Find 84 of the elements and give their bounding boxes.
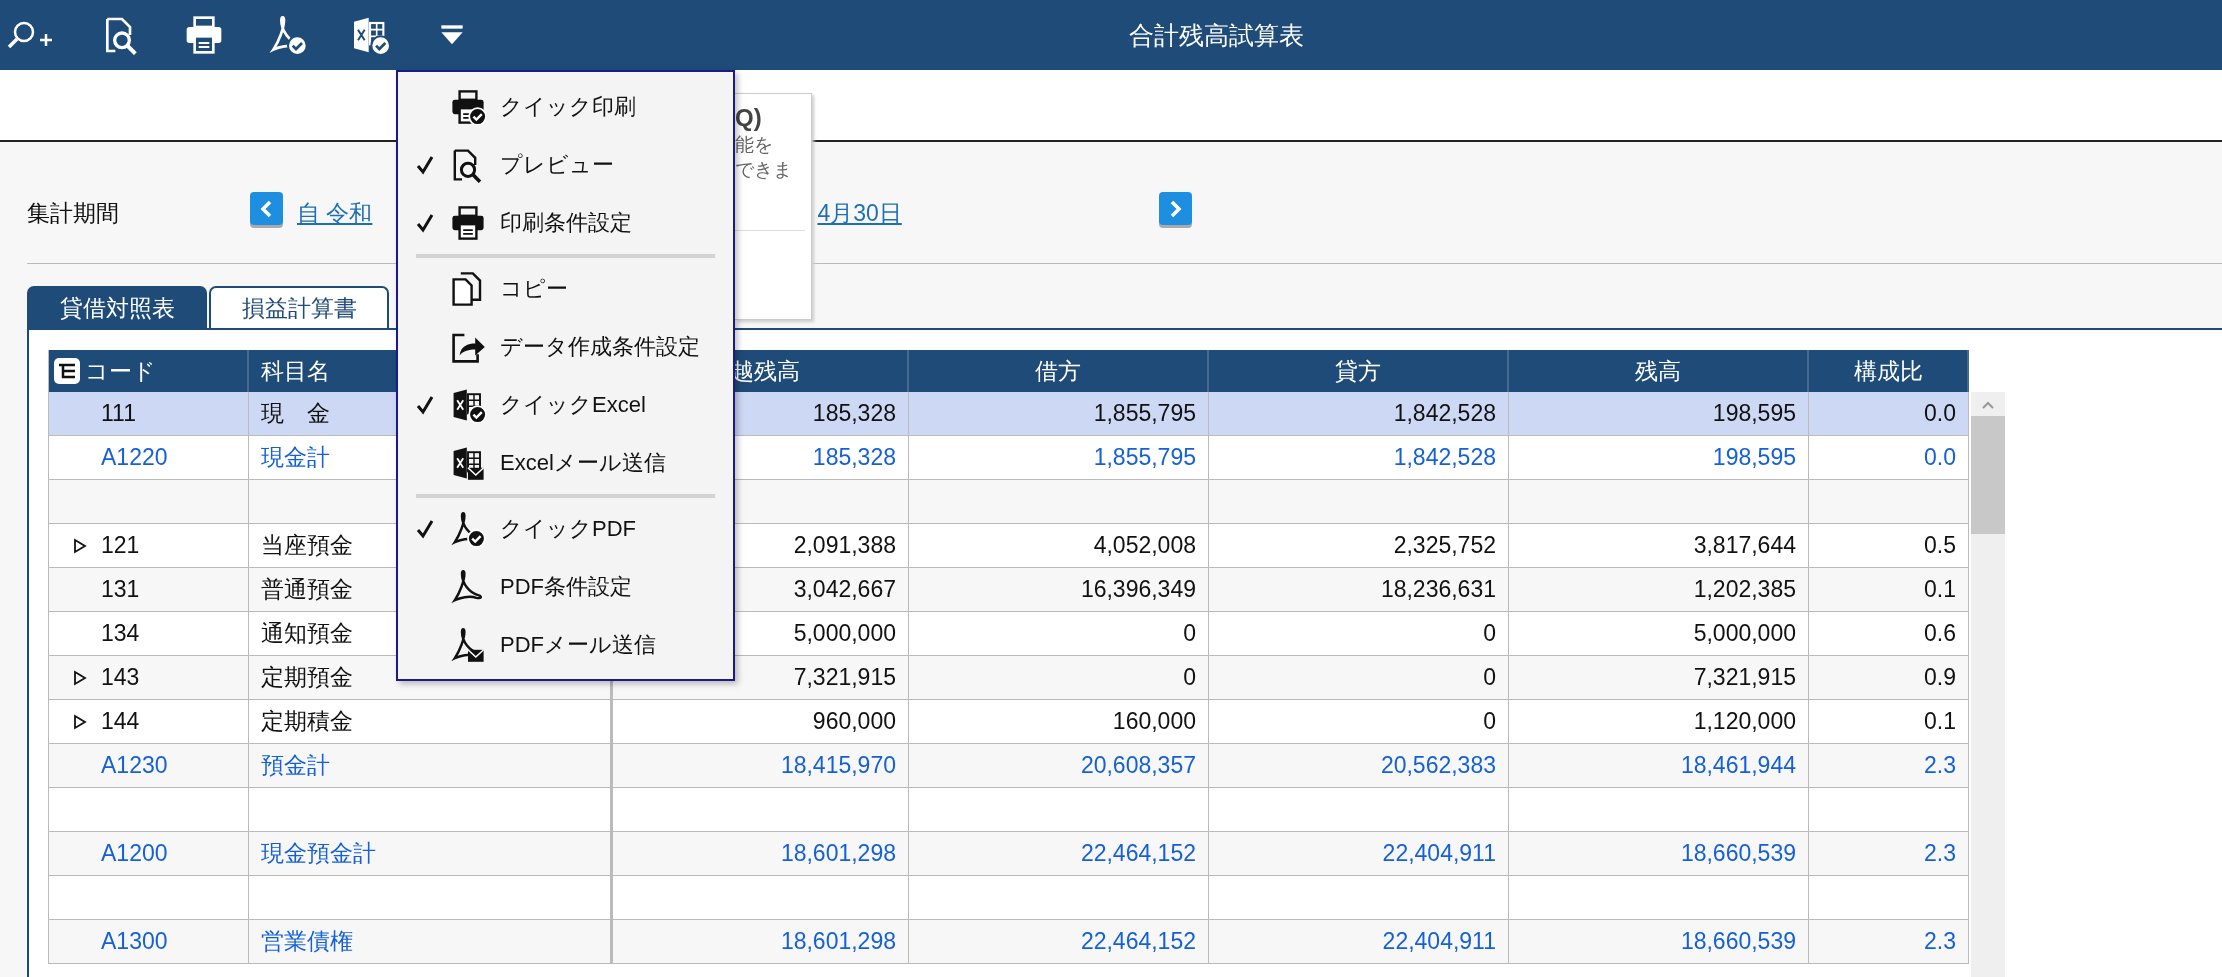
printer-button[interactable] bbox=[184, 15, 224, 55]
window-title: 合計残高試算表 bbox=[1128, 19, 1304, 51]
menu-item[interactable]: コピー bbox=[398, 260, 733, 318]
column-title: 借方 bbox=[1035, 356, 1081, 386]
expand-icon bbox=[73, 669, 87, 686]
table-cell: 現金預金計 bbox=[249, 832, 611, 876]
account-code: 144 bbox=[101, 708, 140, 735]
table-cell: 1,202,385 bbox=[1509, 568, 1809, 612]
column-header[interactable]: 構成比 bbox=[1809, 350, 1969, 392]
table-cell: 18,415,970 bbox=[611, 744, 909, 788]
tab[interactable]: 損益計算書 bbox=[209, 286, 389, 328]
account-code: 121 bbox=[101, 532, 140, 559]
table-cell: 預金計 bbox=[249, 744, 611, 788]
printer-icon bbox=[450, 205, 486, 241]
account-code: A1230 bbox=[101, 752, 168, 779]
table-cell: 2.3 bbox=[1809, 832, 1969, 876]
table-cell: 0 bbox=[1209, 656, 1509, 700]
menu-item[interactable]: クイック印刷 bbox=[398, 78, 733, 136]
account-code: 131 bbox=[101, 576, 140, 603]
table-cell: 1,842,528 bbox=[1209, 392, 1509, 436]
period-link[interactable]: 自 令和 bbox=[297, 198, 373, 229]
previous-button[interactable] bbox=[250, 192, 283, 225]
printer-icon bbox=[450, 89, 486, 125]
column-header[interactable]: 残高 bbox=[1509, 350, 1809, 392]
table-cell: 22,404,911 bbox=[1209, 920, 1509, 964]
table-cell: 18,236,631 bbox=[1209, 568, 1509, 612]
table-cell: 198,595 bbox=[1509, 392, 1809, 436]
pdf-icon bbox=[450, 511, 486, 547]
scrollbar[interactable] bbox=[1971, 392, 2005, 977]
account-code: 143 bbox=[101, 664, 140, 691]
table-cell: 18,601,298 bbox=[611, 920, 909, 964]
table-cell: 2.3 bbox=[1809, 744, 1969, 788]
table-cell: 0.0 bbox=[1809, 392, 1969, 436]
account-code: 111 bbox=[101, 400, 136, 427]
menu-label: クイック印刷 bbox=[500, 93, 636, 121]
menu-label: プレビュー bbox=[500, 151, 614, 179]
account-code: 134 bbox=[101, 620, 140, 647]
column-header[interactable]: コード bbox=[49, 350, 249, 392]
table-cell: 0 bbox=[909, 656, 1209, 700]
table-cell: 18,660,539 bbox=[1509, 920, 1809, 964]
menu-label: 印刷条件設定 bbox=[500, 209, 632, 237]
table-cell: 22,464,152 bbox=[909, 920, 1209, 964]
menu-item[interactable]: プレビュー bbox=[398, 136, 733, 194]
menu-label: コピー bbox=[500, 275, 568, 303]
period-link[interactable]: 4月30日 bbox=[817, 198, 902, 229]
period-label: 集計期間 bbox=[27, 199, 120, 228]
table-cell: 20,562,383 bbox=[1209, 744, 1509, 788]
pdf-icon bbox=[268, 15, 308, 55]
table-cell: 16,396,349 bbox=[909, 568, 1209, 612]
menu-item[interactable]: 印刷条件設定 bbox=[398, 194, 733, 252]
table-cell: 18,660,539 bbox=[1509, 832, 1809, 876]
column-title: 残高 bbox=[1635, 356, 1681, 386]
column-header[interactable]: 貸方 bbox=[1209, 350, 1509, 392]
expand-icon bbox=[73, 537, 87, 554]
pdf-button[interactable] bbox=[268, 15, 308, 55]
tab[interactable]: 貸借対照表 bbox=[27, 286, 207, 328]
table-cell: 営業債権 bbox=[249, 920, 611, 964]
table-cell: 1,855,795 bbox=[909, 392, 1209, 436]
popup-text: できま bbox=[735, 158, 793, 182]
popup-text: 能を bbox=[735, 133, 774, 157]
table-cell: 18,461,944 bbox=[1509, 744, 1809, 788]
column-title: 構成比 bbox=[1853, 356, 1923, 386]
table-cell: 0.1 bbox=[1809, 568, 1969, 612]
table-cell: 2.3 bbox=[1809, 920, 1969, 964]
table-cell: 22,404,911 bbox=[1209, 832, 1509, 876]
column-header[interactable]: 借方 bbox=[909, 350, 1209, 392]
column-title: 科目名 bbox=[261, 356, 330, 386]
scrollbar-thumb[interactable] bbox=[1971, 416, 2005, 534]
column-title: コード bbox=[85, 356, 156, 386]
pdf-icon bbox=[450, 627, 486, 663]
table-cell: 18,601,298 bbox=[611, 832, 909, 876]
account-code: A1300 bbox=[101, 928, 168, 955]
printer-icon bbox=[184, 15, 224, 55]
table-cell: 22,464,152 bbox=[909, 832, 1209, 876]
table-cell: 20,608,357 bbox=[909, 744, 1209, 788]
expand-icon bbox=[73, 713, 87, 730]
account-code: A1220 bbox=[101, 444, 168, 471]
table-cell: 7,321,915 bbox=[1509, 656, 1809, 700]
column-title: 貸方 bbox=[1335, 356, 1381, 386]
popup-heading: Q) bbox=[735, 104, 763, 132]
table-cell: 0.9 bbox=[1809, 656, 1969, 700]
tree-icon bbox=[53, 357, 81, 385]
account-code: A1200 bbox=[101, 840, 168, 867]
next-button[interactable] bbox=[1158, 192, 1192, 225]
